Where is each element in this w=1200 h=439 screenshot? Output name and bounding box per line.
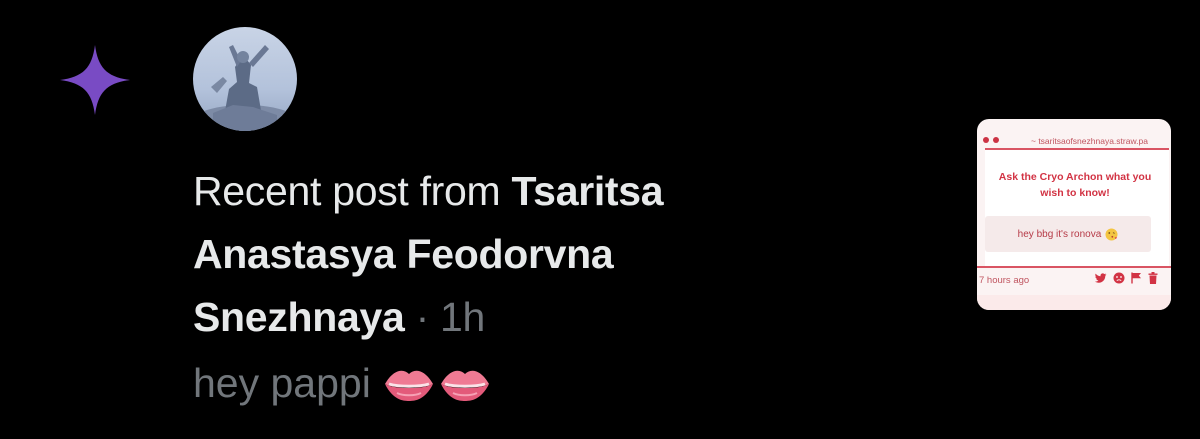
separator: ·: [415, 294, 430, 340]
flag-icon: [1131, 272, 1141, 284]
notification-headline: Recent post from Tsaritsa Anastasya Feod…: [193, 160, 833, 349]
thumbnail-answer-text: hey bbg it's ronova: [1017, 228, 1102, 240]
timestamp: 1h: [440, 294, 486, 340]
thumbnail-divider: [977, 266, 1171, 268]
lips-icon: [384, 370, 433, 401]
avatar-image: [193, 27, 297, 131]
thumbnail-actions: [1095, 272, 1158, 284]
twitter-icon: [1095, 272, 1107, 283]
window-dot-icon: [993, 137, 999, 143]
post-preview[interactable]: hey pappi: [193, 352, 491, 415]
avatar[interactable]: [193, 27, 297, 131]
thumbnail-url: ~ tsaritsaofsnezhnaya.straw.pa: [1031, 136, 1148, 146]
trash-icon: [1148, 272, 1158, 284]
thumbnail-time: 7 hours ago: [979, 275, 1030, 286]
post-text: hey pappi: [193, 360, 371, 406]
face-icon: [1113, 272, 1125, 284]
media-thumbnail[interactable]: ~ tsaritsaofsnezhnaya.straw.pa Ask the C…: [977, 119, 1171, 310]
thumbnail-question: Ask the Cryo Archon what you wish to kno…: [998, 171, 1152, 199]
headline-prefix: Recent post from: [193, 168, 501, 214]
lips-icon: [440, 370, 489, 401]
window-dot-icon: [983, 137, 989, 143]
thumbnail-footer: [977, 295, 1171, 310]
kiss-emoji-icon: [1105, 228, 1118, 240]
sparkle-icon: [60, 45, 130, 115]
thumbnail-answer: hey bbg it's ronova: [985, 216, 1151, 252]
notification-item[interactable]: Recent post from Tsaritsa Anastasya Feod…: [0, 0, 1200, 439]
